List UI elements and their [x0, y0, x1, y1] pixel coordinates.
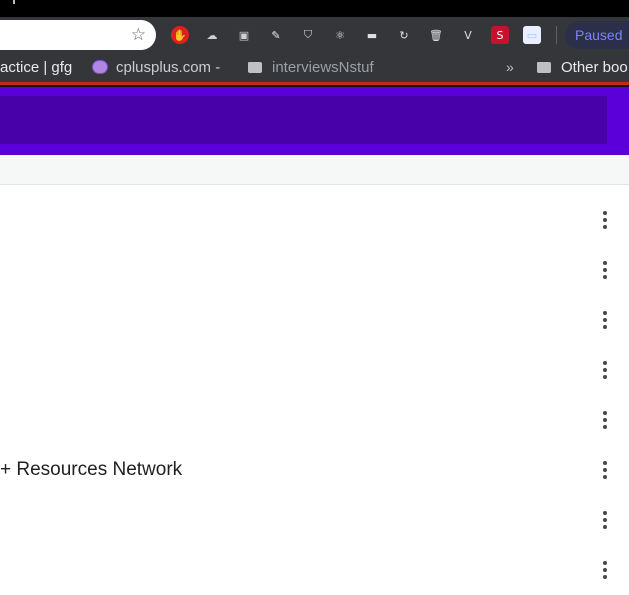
adblock-icon[interactable]: ✋: [171, 26, 189, 44]
list-item[interactable]: [0, 195, 629, 245]
screen-capture-icon[interactable]: ▬: [363, 26, 381, 44]
kebab-dot: [603, 561, 607, 565]
kebab-dot: [603, 411, 607, 415]
sub-navigation-bar: [0, 155, 629, 185]
list-item[interactable]: [0, 245, 629, 295]
kebab-dot: [603, 211, 607, 215]
folder-icon: [537, 62, 551, 73]
folder-icon: [248, 62, 262, 73]
list-item[interactable]: [0, 345, 629, 395]
site-header: [0, 87, 629, 155]
refresh-extension-icon[interactable]: ↻: [395, 26, 413, 44]
bookmark-gfg[interactable]: actice | gfg: [0, 58, 72, 77]
vue-devtools-icon[interactable]: V: [459, 26, 477, 44]
bookmark-label: cplusplus.com -: [116, 59, 221, 76]
cplusplus-favicon-icon: [92, 60, 108, 74]
bookmark-star-icon[interactable]: ☆: [131, 25, 146, 45]
trash-icon[interactable]: 🗑: [427, 26, 445, 44]
header-search-region: [0, 96, 607, 144]
more-options-icon[interactable]: [603, 261, 608, 279]
tab-manager-icon[interactable]: ▣: [235, 26, 253, 44]
kebab-dot: [603, 218, 607, 222]
list-item[interactable]: [0, 295, 629, 345]
bookmarks-overflow-chevron[interactable]: »: [506, 58, 514, 77]
kebab-dot: [603, 275, 607, 279]
more-options-icon[interactable]: [603, 511, 608, 529]
kebab-dot: [603, 575, 607, 579]
react-devtools-icon[interactable]: ⚛: [331, 26, 349, 44]
cloud-extension-icon[interactable]: ☁: [203, 26, 221, 44]
kebab-dot: [603, 518, 607, 522]
toolbar-divider: [556, 26, 557, 44]
screenshot-extension-icon[interactable]: ▭: [523, 26, 541, 44]
kebab-dot: [603, 461, 607, 465]
bookmark-label: Other boo: [561, 59, 628, 76]
browser-toolbar: ☆ ✋ ☁ ▣ ✎ ⛉ ⚛ ▬ ↻ 🗑 V S ▭ Paused: [0, 17, 629, 53]
list-item[interactable]: [0, 545, 629, 595]
bookmark-other-bookmarks[interactable]: Other boo: [537, 58, 628, 77]
kebab-dot: [603, 325, 607, 329]
list-item[interactable]: [0, 495, 629, 545]
kebab-dot: [603, 361, 607, 365]
title-bar-mark: [13, 0, 15, 4]
more-options-icon[interactable]: [603, 411, 608, 429]
kebab-dot: [603, 368, 607, 372]
more-options-icon[interactable]: [603, 461, 608, 479]
more-options-icon[interactable]: [603, 561, 608, 579]
more-options-icon[interactable]: [603, 211, 608, 229]
kebab-dot: [603, 418, 607, 422]
kebab-dot: [603, 425, 607, 429]
list-item-title: + Resources Network: [0, 459, 183, 480]
kebab-dot: [603, 225, 607, 229]
shield-icon[interactable]: ⛉: [299, 26, 317, 44]
kebab-dot: [603, 268, 607, 272]
dropper-icon[interactable]: ✎: [267, 26, 285, 44]
bookmark-label: interviewsNstuf: [272, 59, 374, 76]
bookmark-cplusplus[interactable]: cplusplus.com -: [92, 58, 220, 77]
bookmark-folder-interviews[interactable]: interviewsNstuf: [248, 58, 374, 77]
kebab-dot: [603, 318, 607, 322]
kebab-dot: [603, 468, 607, 472]
address-bar[interactable]: ☆: [0, 20, 156, 50]
bookmark-label: actice | gfg: [0, 59, 73, 76]
kebab-dot: [603, 568, 607, 572]
list-item[interactable]: [0, 395, 629, 445]
more-options-icon[interactable]: [603, 311, 608, 329]
kebab-dot: [603, 311, 607, 315]
more-options-icon[interactable]: [603, 361, 608, 379]
kebab-dot: [603, 261, 607, 265]
list-item[interactable]: + Resources Network: [0, 445, 629, 495]
kebab-dot: [603, 375, 607, 379]
profile-paused-button[interactable]: Paused: [565, 21, 629, 49]
bookmarks-bar: actice | gfg cplusplus.com - interviewsN…: [0, 53, 629, 127]
window-title-bar: [0, 0, 629, 17]
kebab-dot: [603, 475, 607, 479]
s-extension-icon[interactable]: S: [491, 26, 509, 44]
kebab-dot: [603, 525, 607, 529]
kebab-dot: [603, 511, 607, 515]
